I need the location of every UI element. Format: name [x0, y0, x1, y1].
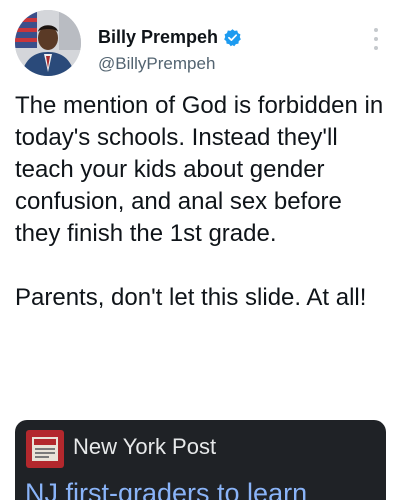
display-name[interactable]: Billy Prempeh: [98, 27, 218, 48]
more-dot: [374, 28, 378, 32]
more-dot: [374, 46, 378, 50]
tweet-header: Billy Prempeh @BillyPrempeh: [15, 10, 385, 80]
card-title[interactable]: NJ first-graders to learn: [25, 478, 307, 500]
display-name-row: Billy Prempeh: [98, 24, 242, 50]
more-options-icon[interactable]: [373, 28, 379, 50]
author-names: Billy Prempeh @BillyPrempeh: [98, 24, 242, 74]
avatar[interactable]: [15, 10, 81, 76]
verified-badge-icon: [223, 28, 242, 47]
new-york-post-logo: [26, 430, 64, 468]
card-source: New York Post: [73, 434, 217, 459]
author-handle[interactable]: @BillyPrempeh: [98, 54, 242, 74]
tweet: Billy Prempeh @BillyPrempeh The mention …: [0, 0, 400, 500]
tweet-text: The mention of God is forbidden in today…: [15, 92, 384, 311]
more-dot: [374, 37, 378, 41]
profile-photo: [15, 10, 81, 76]
link-preview-card[interactable]: New York Post NJ first-graders to learn: [15, 420, 386, 500]
